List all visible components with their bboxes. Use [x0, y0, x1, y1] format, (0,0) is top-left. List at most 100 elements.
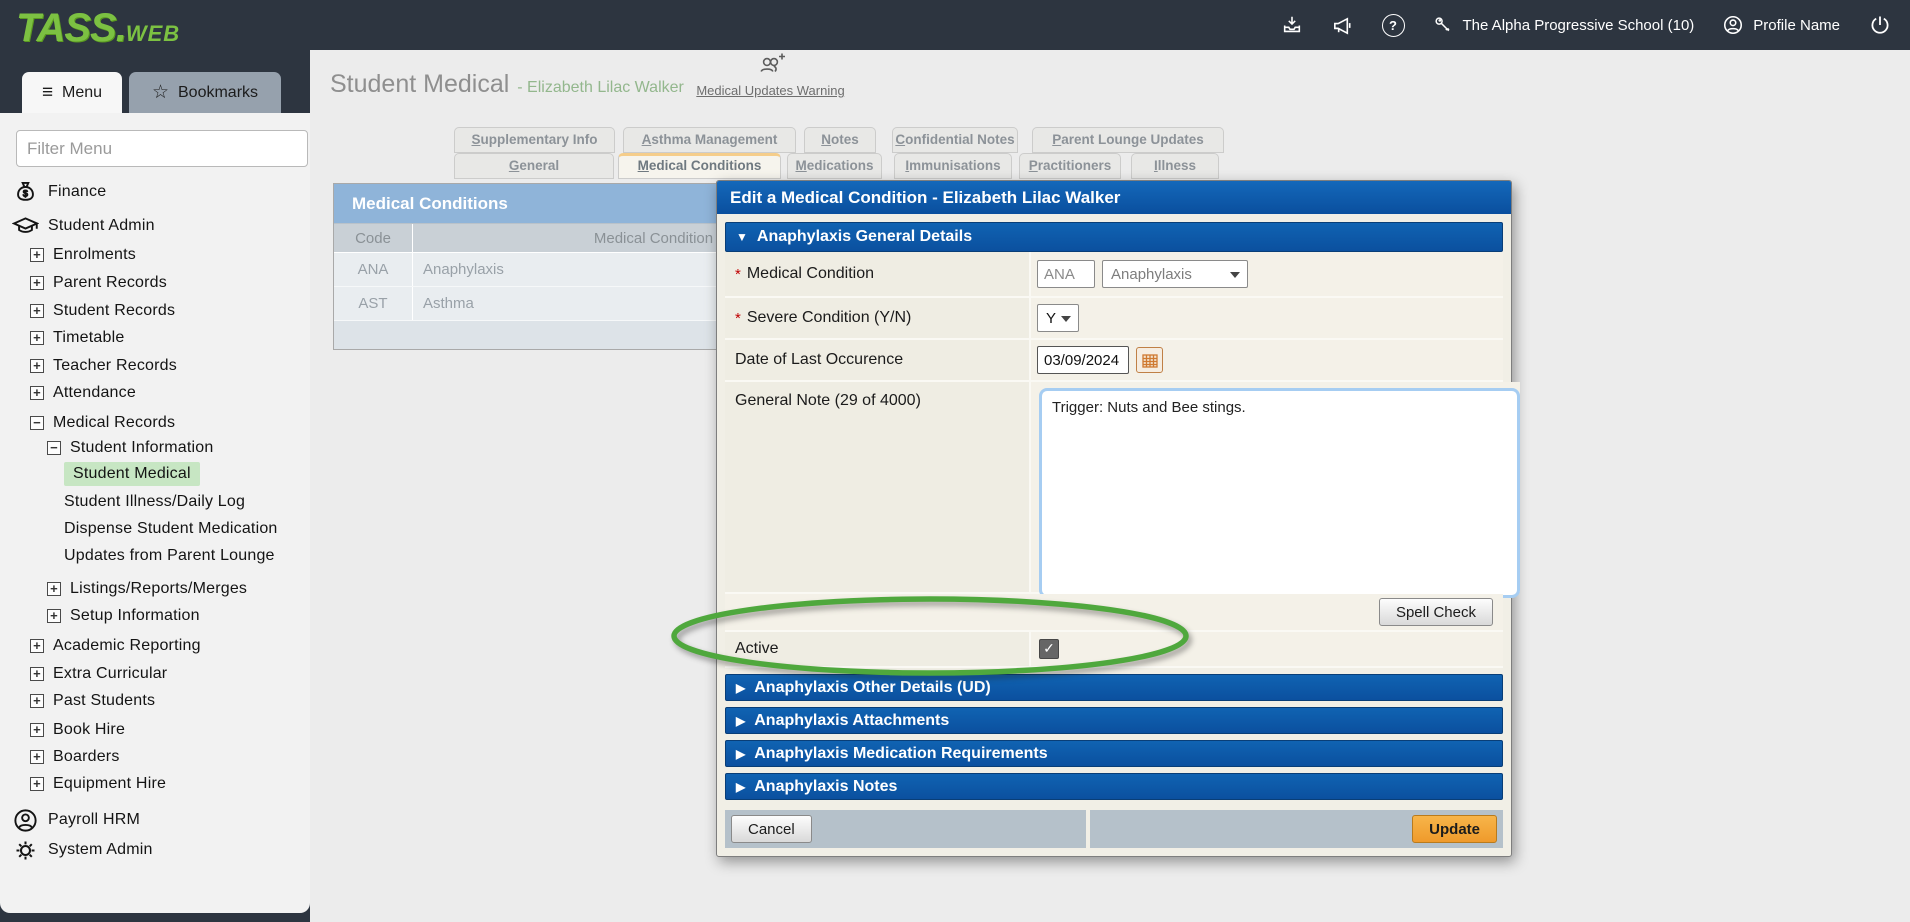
field-severe-condition: *Severe Condition (Y/N) Y [725, 298, 1503, 340]
expand-icon[interactable]: + [30, 694, 44, 708]
expand-icon[interactable]: + [30, 777, 44, 791]
expand-icon[interactable]: + [30, 304, 44, 318]
sidebar-item-boarders[interactable]: +Boarders [30, 744, 120, 770]
condition-name-select[interactable]: Anaphylaxis [1102, 260, 1248, 288]
sidebar-item-student-medical[interactable]: Student Medical [64, 461, 200, 487]
sidebar-tab-bookmarks[interactable]: ☆ Bookmarks [129, 72, 281, 113]
sidebar-item-student-records[interactable]: +Student Records [30, 298, 175, 324]
condition-code-input[interactable] [1037, 260, 1095, 288]
expand-icon[interactable]: + [30, 386, 44, 400]
section-anaphylaxis-medication-requirements[interactable]: ▶Anaphylaxis Medication Requirements [725, 740, 1503, 767]
sidebar-item-label: Medical Records [53, 414, 175, 432]
person-icon [12, 807, 39, 834]
expand-icon[interactable]: + [30, 248, 44, 262]
tab-confidential-notes[interactable]: Confidential Notes [892, 127, 1018, 153]
sidebar-item-attendance[interactable]: + Attendance [30, 380, 136, 406]
section-anaphylaxis-other-details-ud[interactable]: ▶Anaphylaxis Other Details (UD) [725, 674, 1503, 701]
sidebar-item-equipment-hire[interactable]: +Equipment Hire [30, 771, 166, 797]
sidebar: TASS.WEB ≡ Menu ☆ Bookmarks $FinanceStud… [0, 0, 310, 922]
tab-supplementary-info[interactable]: Supplementary Info [454, 127, 615, 153]
expand-icon[interactable]: + [30, 331, 44, 345]
sidebar-item-label: Setup Information [70, 607, 200, 625]
expand-icon[interactable]: + [30, 639, 44, 653]
expand-icon[interactable]: + [47, 582, 61, 596]
calendar-icon[interactable] [1136, 347, 1163, 373]
dialog-footer: Cancel Update [725, 810, 1503, 848]
sidebar-item-timetable[interactable]: +Timetable [30, 325, 124, 351]
sidebar-item-updates-from-parent-lounge[interactable]: Updates from Parent Lounge [64, 543, 275, 569]
sidebar-item-payroll-hrm[interactable]: Payroll HRM [12, 807, 140, 833]
sidebar-item-student-illness-daily-log[interactable]: Student Illness/Daily Log [64, 489, 245, 515]
profile-name: Profile Name [1753, 17, 1840, 34]
school-switcher[interactable]: The Alpha Progressive School (10) [1433, 15, 1695, 36]
expand-icon[interactable]: + [30, 276, 44, 290]
sidebar-item-past-students[interactable]: + Past Students [30, 688, 155, 714]
sidebar-item-dispense-student-medication[interactable]: Dispense Student Medication [64, 516, 278, 542]
svg-text:$: $ [23, 188, 28, 198]
section-anaphylaxis-notes[interactable]: ▶Anaphylaxis Notes [725, 773, 1503, 800]
tab-notes[interactable]: Notes [804, 127, 876, 153]
sidebar-item-label: Payroll HRM [48, 811, 140, 829]
sidebar-item-medical-records[interactable]: −Medical Records [30, 410, 175, 436]
date-input[interactable] [1037, 346, 1129, 374]
section-label: Anaphylaxis Attachments [754, 712, 949, 730]
sidebar-item-teacher-records[interactable]: +Teacher Records [30, 353, 177, 379]
filter-menu-input[interactable] [16, 130, 308, 167]
hamburger-icon: ≡ [42, 82, 53, 104]
tab-general[interactable]: General [454, 153, 614, 179]
sidebar-item-label: Dispense Student Medication [64, 520, 278, 538]
sidebar-item-book-hire[interactable]: +Book Hire [30, 717, 125, 743]
section-anaphylaxis-attachments[interactable]: ▶Anaphylaxis Attachments [725, 707, 1503, 734]
general-note-textarea[interactable]: Trigger: Nuts and Bee stings. [1039, 388, 1520, 598]
tab-illness[interactable]: Illness [1131, 153, 1219, 179]
section-general-details[interactable]: ▼ Anaphylaxis General Details [725, 222, 1503, 252]
expand-icon[interactable]: + [30, 750, 44, 764]
column-code: Code [334, 224, 413, 252]
sidebar-tab-menu[interactable]: ≡ Menu [22, 72, 122, 113]
tab-medical-conditions[interactable]: Medical Conditions [618, 153, 781, 179]
sidebar-item-label: Extra Curricular [53, 665, 167, 683]
spell-check-button[interactable]: Spell Check [1379, 598, 1493, 626]
expand-icon[interactable]: + [30, 723, 44, 737]
tab-asthma-management[interactable]: Asthma Management [623, 127, 796, 153]
cell-code: ANA [334, 253, 413, 286]
logout-icon[interactable] [1868, 13, 1892, 37]
sidebar-item-system-admin[interactable]: System Admin [12, 837, 153, 863]
sidebar-item-extra-curricular[interactable]: + Extra Curricular [30, 661, 167, 687]
help-icon[interactable]: ? [1382, 14, 1405, 37]
tab-immunisations[interactable]: Immunisations [894, 153, 1012, 179]
sidebar-item-finance[interactable]: $Finance [12, 179, 106, 205]
medical-updates-warning[interactable]: Medical Updates Warning [688, 52, 853, 98]
collapse-icon[interactable]: − [47, 441, 61, 455]
sidebar-item-label: Past Students [53, 692, 155, 710]
download-icon[interactable] [1281, 14, 1303, 36]
severe-condition-select[interactable]: Y [1037, 304, 1079, 332]
sidebar-item-academic-reporting[interactable]: +Academic Reporting [30, 633, 201, 659]
tab-practitioners[interactable]: Practitioners [1019, 153, 1121, 179]
required-asterisk: * [735, 310, 741, 327]
update-button[interactable]: Update [1412, 815, 1497, 843]
cancel-button[interactable]: Cancel [731, 815, 812, 843]
app-window: ? The Alpha Progressive School (10) Prof… [0, 0, 1910, 922]
sidebar-item-student-admin[interactable]: Student Admin [12, 213, 155, 239]
gear-icon [12, 837, 39, 864]
field-active: Active ✓ [725, 632, 1503, 668]
sidebar-item-parent-records[interactable]: +Parent Records [30, 270, 167, 296]
expand-icon[interactable]: + [47, 609, 61, 623]
sidebar-item-student-information[interactable]: −Student Information [47, 435, 213, 461]
sidebar-item-label: Attendance [53, 384, 136, 402]
sidebar-item-setup-information[interactable]: + Setup Information [47, 603, 200, 629]
sidebar-item-enrolments[interactable]: + Enrolments [30, 242, 136, 268]
tab-medications[interactable]: Medications [787, 153, 882, 179]
expand-icon[interactable]: + [30, 667, 44, 681]
active-checkbox[interactable]: ✓ [1039, 639, 1059, 659]
sidebar-item-label: Enrolments [53, 246, 136, 264]
sidebar-item-label: Student Illness/Daily Log [64, 493, 245, 511]
profile-menu[interactable]: Profile Name [1722, 14, 1840, 36]
dialog-title: Edit a Medical Condition - Elizabeth Lil… [717, 181, 1511, 214]
expand-icon[interactable]: + [30, 359, 44, 373]
collapse-icon[interactable]: − [30, 416, 44, 430]
tab-parent-lounge-updates[interactable]: Parent Lounge Updates [1032, 127, 1224, 153]
sidebar-item-listings-reports-merges[interactable]: +Listings/Reports/Merges [47, 576, 247, 602]
announcements-icon[interactable] [1331, 14, 1354, 37]
